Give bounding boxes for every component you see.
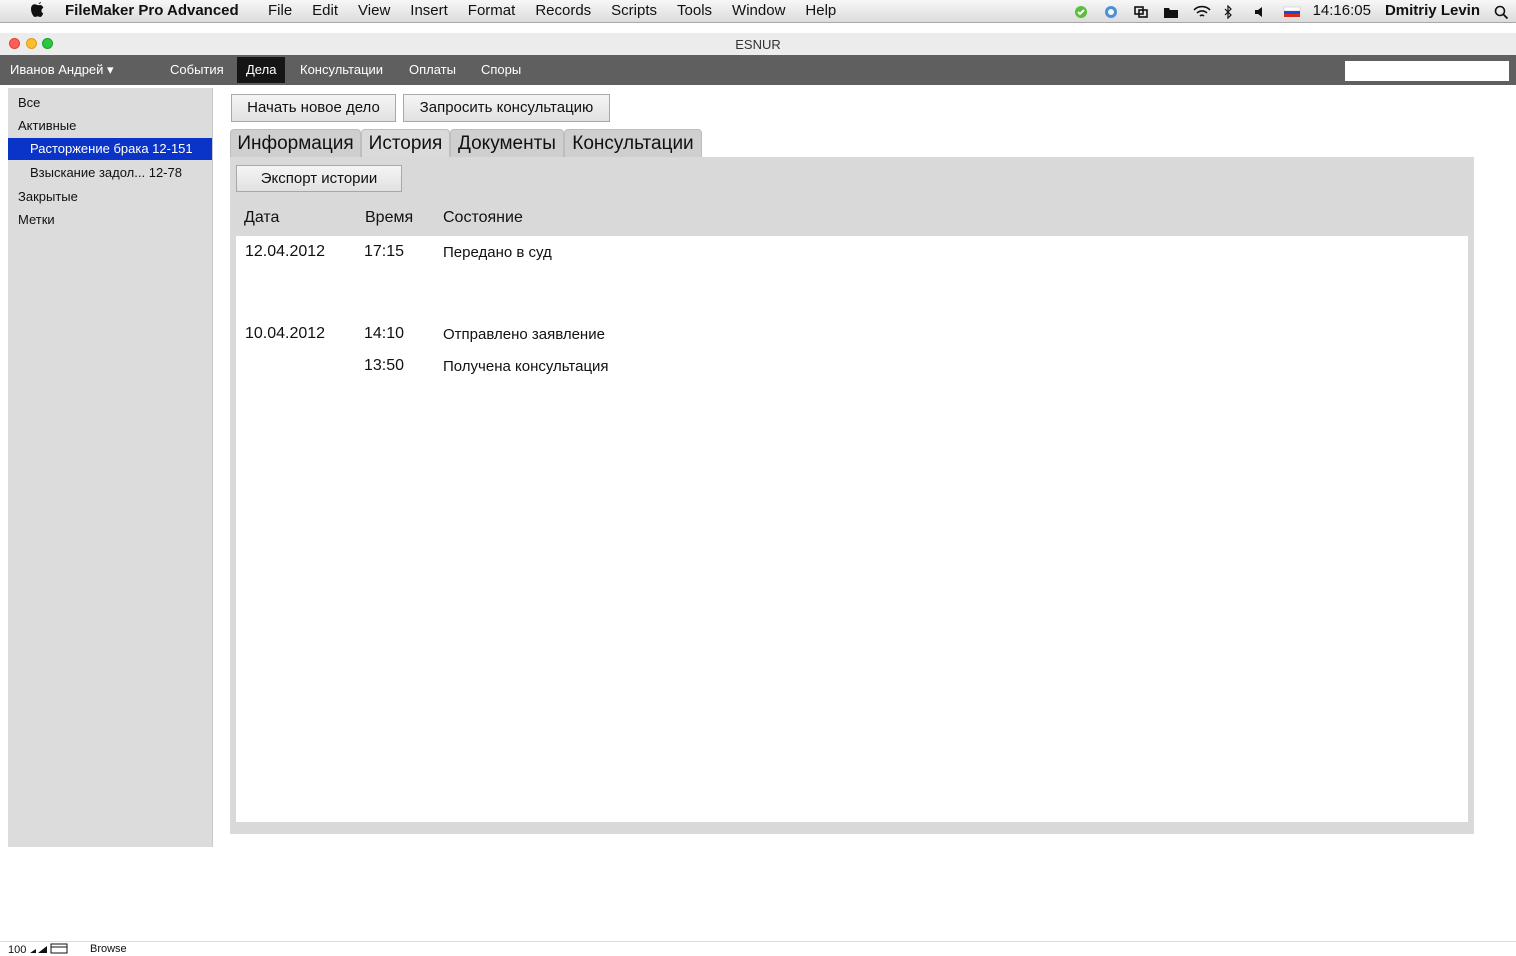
row-state: Получена консультация xyxy=(443,358,609,375)
sidebar-item-tags[interactable]: Метки xyxy=(18,212,55,227)
status-bar: 100 Browse xyxy=(0,941,1516,956)
window-title-bar: ESNUR xyxy=(0,33,1516,56)
menu-scripts[interactable]: Scripts xyxy=(611,0,657,22)
row-state: Передано в суд xyxy=(443,244,552,261)
sidebar: Все Активные Расторжение брака 12-151 Вз… xyxy=(8,88,213,847)
volume-icon[interactable] xyxy=(1253,4,1269,18)
status-check-icon[interactable] xyxy=(1073,4,1089,18)
row-time: 14:10 xyxy=(364,325,405,342)
menu-help[interactable]: Help xyxy=(805,0,836,22)
sidebar-item-all[interactable]: Все xyxy=(18,95,40,110)
menu-format[interactable]: Format xyxy=(468,0,516,22)
history-panel: Экспорт истории Дата Время Состояние 12.… xyxy=(230,157,1474,834)
zoom-level[interactable]: 100 xyxy=(8,943,75,956)
nav-events[interactable]: События xyxy=(170,62,224,77)
menu-edit[interactable]: Edit xyxy=(312,0,338,22)
row-date: 12.04.2012 xyxy=(245,243,326,260)
user-dropdown[interactable]: Иванов Андрей ▾ xyxy=(10,62,114,78)
tab-information[interactable]: Информация xyxy=(230,129,361,157)
row-time: 17:15 xyxy=(364,243,405,260)
row-time: 13:50 xyxy=(364,357,405,374)
window-title: ESNUR xyxy=(735,37,781,52)
menu-records[interactable]: Records xyxy=(535,0,591,22)
folder-icon[interactable] xyxy=(1163,4,1179,18)
row-date: 10.04.2012 xyxy=(245,325,326,342)
column-state-header[interactable]: Состояние xyxy=(443,209,523,227)
tab-history[interactable]: История xyxy=(361,129,450,157)
history-list: 12.04.2012 17:15 Передано в суд 10.04.20… xyxy=(236,236,1468,822)
tab-documents[interactable]: Документы xyxy=(450,129,564,157)
app-name-menu[interactable]: FileMaker Pro Advanced xyxy=(65,0,239,22)
column-time-header[interactable]: Время xyxy=(365,209,413,227)
menu-view[interactable]: View xyxy=(358,0,390,22)
nav-payments[interactable]: Оплаты xyxy=(409,62,456,77)
sidebar-case-selected[interactable]: Расторжение брака 12-151 xyxy=(8,138,212,160)
search-input[interactable] xyxy=(1345,61,1509,81)
tab-consultations[interactable]: Консультации xyxy=(564,129,702,157)
nav-disputes[interactable]: Споры xyxy=(481,62,521,77)
sidebar-case-label: Расторжение брака 12-151 xyxy=(30,141,193,156)
nav-bar: Иванов Андрей ▾ События Дела Консультаци… xyxy=(0,55,1516,85)
menu-window[interactable]: Window xyxy=(732,0,785,22)
wifi-icon[interactable] xyxy=(1192,4,1211,18)
zoom-value: 100 xyxy=(8,944,27,956)
bluetooth-icon[interactable] xyxy=(1223,4,1239,20)
zoom-controls-icon xyxy=(30,943,68,954)
sidebar-item-closed[interactable]: Закрытые xyxy=(18,189,78,204)
nav-consultations[interactable]: Консультации xyxy=(300,62,383,77)
apple-icon[interactable] xyxy=(30,0,46,25)
request-consultation-button[interactable]: Запросить консультацию xyxy=(403,94,610,122)
user-account-menu[interactable]: Dmitriy Levin xyxy=(1385,0,1480,22)
windows-icon[interactable] xyxy=(1133,4,1149,18)
menu-file[interactable]: File xyxy=(268,0,292,22)
menu-tools[interactable]: Tools xyxy=(677,0,712,22)
nav-cases[interactable]: Дела xyxy=(237,57,286,83)
menu-insert[interactable]: Insert xyxy=(410,0,448,22)
column-date-header[interactable]: Дата xyxy=(244,209,279,227)
sync-icon[interactable] xyxy=(1103,4,1119,18)
new-case-button[interactable]: Начать новое дело xyxy=(231,94,396,122)
export-history-button[interactable]: Экспорт истории xyxy=(236,165,402,192)
clock[interactable]: 14:16:05 xyxy=(1313,0,1371,22)
spotlight-search-icon[interactable] xyxy=(1494,4,1510,20)
row-state: Отправлено заявление xyxy=(443,326,605,343)
input-language-flag-icon[interactable] xyxy=(1283,4,1300,18)
system-menu-bar: FileMaker Pro Advanced File Edit View In… xyxy=(0,0,1516,23)
sidebar-item-active[interactable]: Активные xyxy=(18,118,76,133)
sidebar-case-item[interactable]: Взыскание задол... 12-78 xyxy=(30,165,182,180)
mode-indicator[interactable]: Browse xyxy=(90,943,127,955)
